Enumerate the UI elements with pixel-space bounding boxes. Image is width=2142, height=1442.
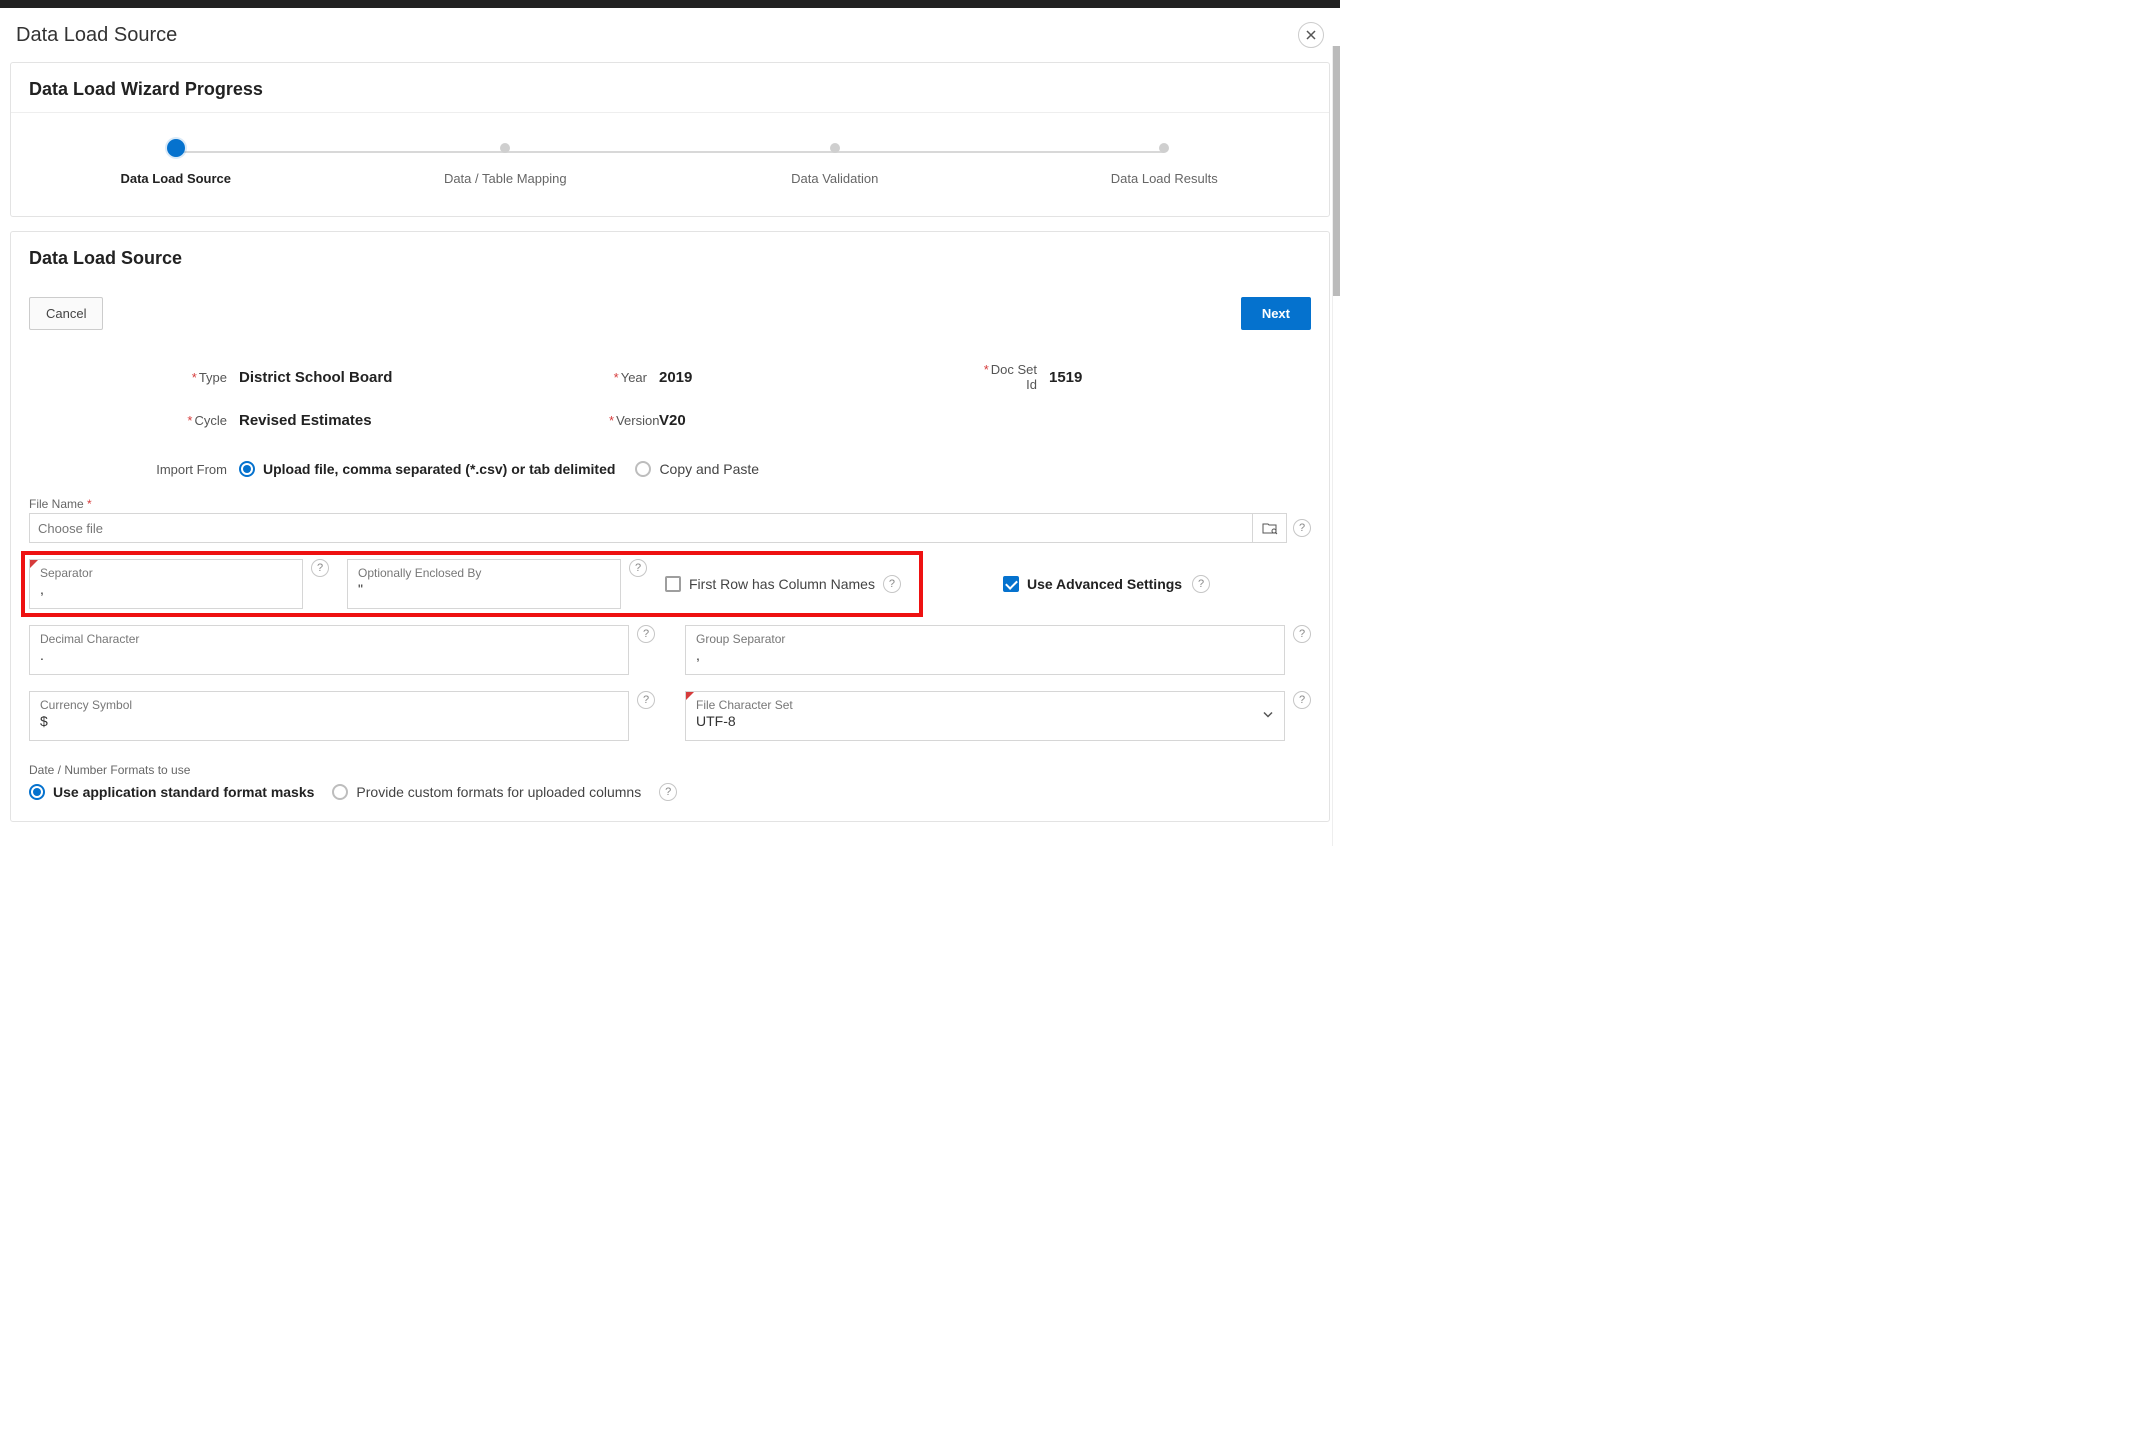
next-button[interactable]: Next (1241, 297, 1311, 330)
cycle-label: *Cycle (29, 413, 239, 428)
decimal-help-icon[interactable]: ? (637, 625, 655, 643)
decimal-character-input[interactable]: Decimal Character . (29, 625, 629, 675)
year-value: 2019 (659, 369, 979, 386)
version-value: V20 (659, 412, 979, 429)
docset-label: *Doc Set Id (979, 362, 1049, 392)
wizard-dot-icon (830, 143, 840, 153)
checkbox-unchecked-icon (665, 576, 681, 592)
radio-unchecked-icon (332, 784, 348, 800)
file-name-placeholder: Choose file (38, 521, 103, 536)
type-value: District School Board (239, 369, 609, 386)
currency-symbol-input[interactable]: Currency Symbol $ (29, 691, 629, 741)
file-name-label: File Name (29, 497, 1311, 511)
date-format-help-icon[interactable]: ? (659, 783, 677, 801)
first-row-checkbox[interactable]: First Row has Column Names (665, 576, 875, 592)
wizard-dot-active-icon (167, 139, 185, 157)
dialog-title: Data Load Source (16, 24, 177, 47)
wizard-step-4[interactable]: Data Load Results (1000, 143, 1330, 186)
date-format-custom-radio[interactable]: Provide custom formats for uploaded colu… (332, 784, 641, 800)
charset-help-icon[interactable]: ? (1293, 691, 1311, 709)
currency-help-icon[interactable]: ? (637, 691, 655, 709)
file-browse-button[interactable] (1253, 513, 1287, 543)
radio-unchecked-icon (635, 461, 651, 477)
import-upload-radio[interactable]: Upload file, comma separated (*.csv) or … (239, 461, 615, 477)
file-charset-select[interactable]: File Character Set UTF-8 (685, 691, 1285, 741)
date-format-standard-radio[interactable]: Use application standard format masks (29, 784, 314, 800)
cancel-button[interactable]: Cancel (29, 297, 103, 330)
group-help-icon[interactable]: ? (1293, 625, 1311, 643)
vertical-scrollbar[interactable] (1332, 46, 1340, 846)
radio-checked-icon (29, 784, 45, 800)
enclosed-by-help-icon[interactable]: ? (629, 559, 647, 577)
wizard-header: Data Load Wizard Progress (11, 63, 1329, 113)
separator-help-icon[interactable]: ? (311, 559, 329, 577)
chevron-down-icon (1262, 709, 1274, 724)
section-title: Data Load Source (11, 232, 1329, 281)
close-button[interactable] (1298, 22, 1324, 48)
first-row-help-icon[interactable]: ? (883, 575, 901, 593)
wizard-step-2[interactable]: Data / Table Mapping (341, 143, 671, 186)
docset-value: 1519 (1049, 369, 1229, 386)
type-label: *Type (29, 370, 239, 385)
import-paste-radio[interactable]: Copy and Paste (635, 461, 759, 477)
wizard-step-1[interactable]: Data Load Source (11, 143, 341, 186)
enclosed-by-input[interactable]: Optionally Enclosed By " (347, 559, 621, 609)
wizard-step-3[interactable]: Data Validation (670, 143, 1000, 186)
import-from-label: Import From (29, 462, 239, 477)
separator-input[interactable]: Separator , (29, 559, 303, 609)
cycle-value: Revised Estimates (239, 412, 609, 429)
close-icon (1306, 30, 1316, 40)
file-name-input[interactable]: Choose file (29, 513, 1253, 543)
wizard-progress: Data Load Source Data / Table Mapping Da… (11, 113, 1329, 216)
checkbox-checked-icon (1003, 576, 1019, 592)
group-separator-input[interactable]: Group Separator , (685, 625, 1285, 675)
version-label: *Version (609, 413, 659, 428)
radio-checked-icon (239, 461, 255, 477)
window-top-bar (0, 0, 1340, 8)
wizard-dot-icon (1159, 143, 1169, 153)
file-name-help-icon[interactable]: ? (1293, 519, 1311, 537)
advanced-settings-checkbox[interactable]: Use Advanced Settings (1003, 576, 1182, 592)
date-format-label: Date / Number Formats to use (29, 763, 1311, 777)
folder-search-icon (1262, 521, 1278, 535)
advanced-help-icon[interactable]: ? (1192, 575, 1210, 593)
year-label: *Year (609, 370, 659, 385)
